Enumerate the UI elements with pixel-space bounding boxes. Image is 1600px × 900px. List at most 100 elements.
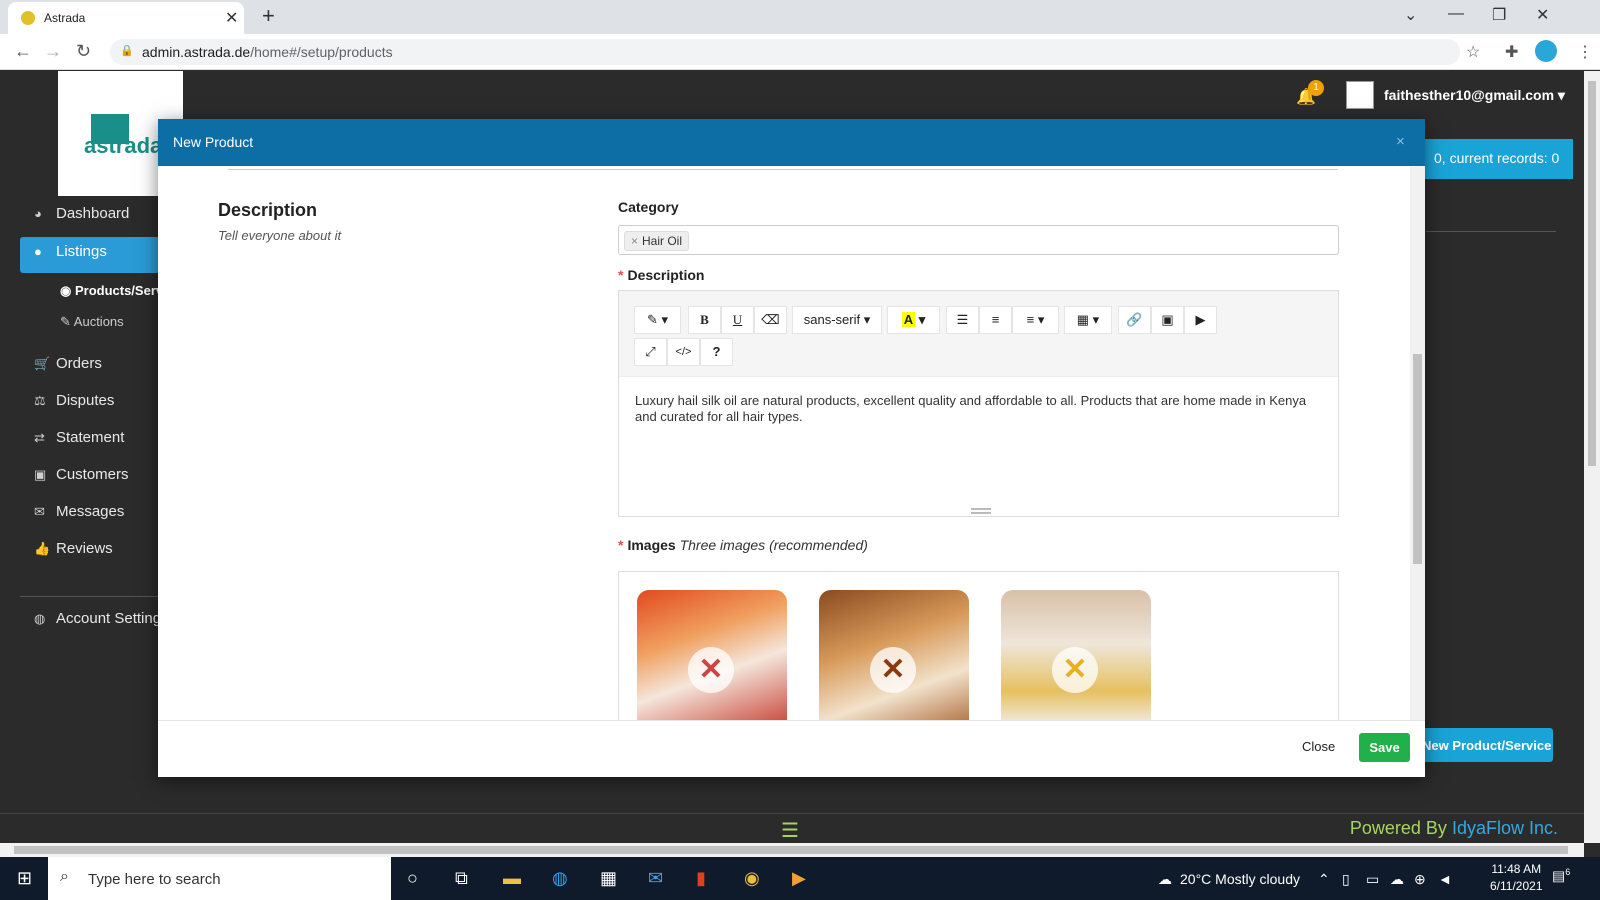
divider xyxy=(1426,231,1556,232)
horizontal-scrollbar[interactable] xyxy=(0,843,1584,857)
browser-tab[interactable]: Astrada ✕ xyxy=(8,2,244,34)
close-window-button[interactable]: ✕ xyxy=(1536,5,1549,25)
image-icon[interactable]: ▣ xyxy=(1151,306,1184,334)
category-select[interactable]: × Hair Oil xyxy=(618,225,1339,255)
notification-center-icon[interactable]: ▤6 xyxy=(1552,867,1570,885)
reload-icon[interactable]: ↻ xyxy=(76,41,91,62)
dashboard-icon: ◕ xyxy=(34,206,42,221)
vertical-scrollbar[interactable] xyxy=(1584,71,1600,843)
weather-icon[interactable]: ☁ xyxy=(1158,871,1172,888)
tab-close-icon[interactable]: ✕ xyxy=(225,8,238,28)
help-icon[interactable]: ? xyxy=(700,338,733,366)
tray-device-icon[interactable]: ▯ xyxy=(1342,871,1350,888)
link-icon[interactable]: 🔗 xyxy=(1118,306,1151,334)
sidebar-item-listings[interactable]: ● Listings xyxy=(34,243,107,260)
table-icon[interactable]: ▦ ▾ xyxy=(1064,306,1112,334)
cloud-off-icon[interactable]: ☁ xyxy=(1390,871,1404,888)
sidebar-item-disputes[interactable]: ⚖ Disputes xyxy=(34,392,114,409)
lock-icon: 🔒 xyxy=(120,45,134,57)
mail-icon[interactable]: ✉ xyxy=(648,868,663,889)
exchange-icon: ⇄ xyxy=(34,430,45,445)
user-menu[interactable]: faithesther10@gmail.com ▾ xyxy=(1384,87,1565,104)
sidebar-item-account-settings[interactable]: ◍ Account Settings xyxy=(34,610,169,627)
code-view-icon[interactable]: </> xyxy=(667,338,700,366)
avatar[interactable] xyxy=(1346,81,1374,109)
sidebar-item-customers[interactable]: ▣ Customers xyxy=(34,466,129,483)
bookmark-star-icon[interactable]: ☆ xyxy=(1466,42,1480,62)
resize-handle[interactable] xyxy=(971,508,991,514)
tray-chevron-icon[interactable]: ⌃ xyxy=(1318,871,1330,888)
product-image-1[interactable]: ✕ xyxy=(637,590,787,720)
clock-time: 11:48 AM xyxy=(1491,862,1542,876)
volume-icon[interactable]: ◄ xyxy=(1438,871,1452,887)
menu-dots-icon[interactable]: ⋮ xyxy=(1577,42,1593,62)
clock[interactable]: 11:48 AM 6/11/2021 xyxy=(1490,861,1543,895)
hamburger-icon[interactable]: ☰ xyxy=(781,818,799,843)
chat-icon: ✉ xyxy=(34,504,45,519)
scrollbar-thumb[interactable] xyxy=(1588,81,1596,466)
eraser-icon[interactable]: ⌫ xyxy=(754,306,787,334)
minimize-button[interactable]: — xyxy=(1448,5,1464,23)
sidebar-subitem-auctions[interactable]: ✎ Auctions xyxy=(60,314,124,330)
file-explorer-icon[interactable]: ▬ xyxy=(503,868,521,889)
unordered-list-icon[interactable]: ☰ xyxy=(946,306,979,334)
scrollbar-thumb[interactable] xyxy=(14,846,1568,854)
scrollbar-thumb[interactable] xyxy=(1413,354,1422,564)
edge-icon[interactable]: ◍ xyxy=(552,868,568,889)
modal-body: Description Tell everyone about it Categ… xyxy=(158,166,1425,720)
store-icon[interactable]: ▦ xyxy=(600,868,617,889)
video-icon[interactable]: ▶ xyxy=(1184,306,1217,334)
close-icon[interactable]: × xyxy=(1396,133,1405,150)
cortana-icon[interactable]: ○ xyxy=(407,868,418,889)
extensions-icon[interactable]: ✚ xyxy=(1505,42,1518,62)
remove-image-icon[interactable]: ✕ xyxy=(870,647,916,693)
rich-text-editor: ✎ ▾ B U ⌫ sans-serif ▾ A ▾ ☰ ≡ ≡ ▾ ▦ ▾ 🔗… xyxy=(618,290,1339,517)
paragraph-align-icon[interactable]: ≡ ▾ xyxy=(1012,306,1059,334)
product-image-2[interactable]: ✕ xyxy=(819,590,969,720)
sidebar-item-dashboard[interactable]: ◕ Dashboard xyxy=(34,205,129,222)
description-editor-content[interactable]: Luxury hail silk oil are natural product… xyxy=(635,393,1325,425)
weather-text[interactable]: 20°C Mostly cloudy xyxy=(1180,871,1300,887)
chrome-icon[interactable]: ◉ xyxy=(744,868,760,889)
tab-title: Astrada xyxy=(44,11,86,25)
text-color-icon[interactable]: A ▾ xyxy=(887,306,940,334)
remove-image-icon[interactable]: ✕ xyxy=(1052,647,1098,693)
restore-button[interactable]: ❐ xyxy=(1492,5,1506,25)
taskbar-search[interactable]: ⌕ Type here to search xyxy=(48,857,391,900)
back-icon[interactable]: ← xyxy=(14,41,32,62)
task-view-icon[interactable]: ⧉ xyxy=(455,868,468,889)
network-icon[interactable]: ⊕ xyxy=(1414,871,1426,888)
battery-icon[interactable]: ▭ xyxy=(1366,871,1379,888)
remove-tag-icon[interactable]: × xyxy=(631,234,638,248)
product-image-3[interactable]: ✕ xyxy=(1001,590,1151,720)
new-tab-button[interactable]: + xyxy=(262,3,275,29)
remove-image-icon[interactable]: ✕ xyxy=(688,647,734,693)
category-tag: × Hair Oil xyxy=(624,231,690,251)
tab-search-icon[interactable]: ⌄ xyxy=(1404,5,1417,25)
sidebar-item-statement[interactable]: ⇄ Statement xyxy=(34,429,124,446)
sidebar-item-reviews[interactable]: 👍 Reviews xyxy=(34,540,113,557)
sidebar-item-messages[interactable]: ✉ Messages xyxy=(34,503,124,520)
office-icon[interactable]: ▮ xyxy=(696,868,706,889)
save-button[interactable]: Save xyxy=(1359,733,1410,762)
fullscreen-icon[interactable]: ⤢ xyxy=(634,338,667,366)
font-family-select[interactable]: sans-serif ▾ xyxy=(792,306,882,334)
close-button[interactable]: Close xyxy=(1302,739,1335,754)
media-player-icon[interactable]: ▶ xyxy=(792,868,806,889)
forward-icon[interactable]: → xyxy=(44,41,62,62)
powered-by-brand[interactable]: IdyaFlow Inc. xyxy=(1452,818,1558,838)
windows-start-icon[interactable]: ⊞ xyxy=(17,868,32,889)
ordered-list-icon[interactable]: ≡ xyxy=(979,306,1012,334)
section-subtitle: Tell everyone about it xyxy=(218,228,342,243)
user-circle-icon: ◍ xyxy=(34,611,46,626)
magic-style-icon[interactable]: ✎ ▾ xyxy=(634,306,681,334)
bold-icon[interactable]: B xyxy=(688,306,721,334)
sidebar-item-orders[interactable]: 🛒 Orders xyxy=(34,355,102,372)
modal-scrollbar[interactable] xyxy=(1410,166,1425,720)
underline-icon[interactable]: U xyxy=(721,306,754,334)
category-label: Category xyxy=(618,199,679,215)
notification-badge: 1 xyxy=(1308,80,1324,96)
new-product-button[interactable]: New Product/Service xyxy=(1412,728,1553,762)
profile-avatar[interactable] xyxy=(1535,40,1557,62)
url-field[interactable]: 🔒 admin.astrada.de/home#/setup/products xyxy=(110,39,1460,65)
